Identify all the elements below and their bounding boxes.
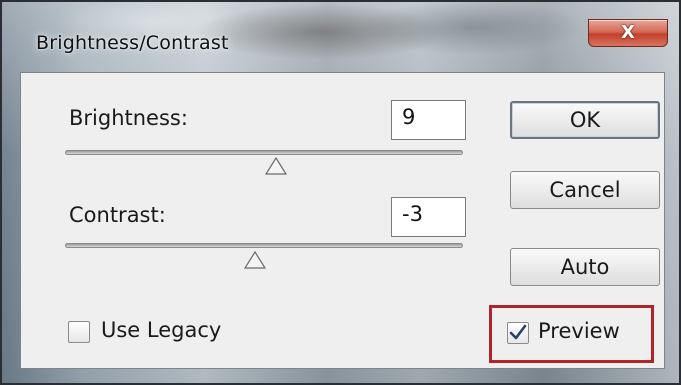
preview-checkbox[interactable] [507,322,529,344]
brightness-input[interactable]: 9 [391,100,466,140]
brightness-slider-track[interactable] [65,150,463,155]
preview-label: Preview [538,319,620,343]
contrast-input[interactable]: -3 [391,197,466,237]
brightness-slider-thumb[interactable] [265,157,287,175]
close-icon: X [621,22,635,43]
contrast-slider-track[interactable] [65,243,463,248]
contrast-slider-thumb[interactable] [244,251,266,269]
auto-button[interactable]: Auto [510,248,660,286]
brightness-label: Brightness: [69,106,188,130]
contrast-label: Contrast: [69,203,166,227]
dialog-window: Brightness/Contrast X Brightness: 9 Cont… [0,0,681,385]
ok-button[interactable]: OK [510,101,660,139]
use-legacy-label: Use Legacy [101,318,222,342]
close-button[interactable]: X [588,19,668,47]
checkmark-icon [509,324,527,340]
dialog-title: Brightness/Contrast [36,32,229,54]
use-legacy-checkbox[interactable] [68,321,90,343]
cancel-button[interactable]: Cancel [510,171,660,209]
